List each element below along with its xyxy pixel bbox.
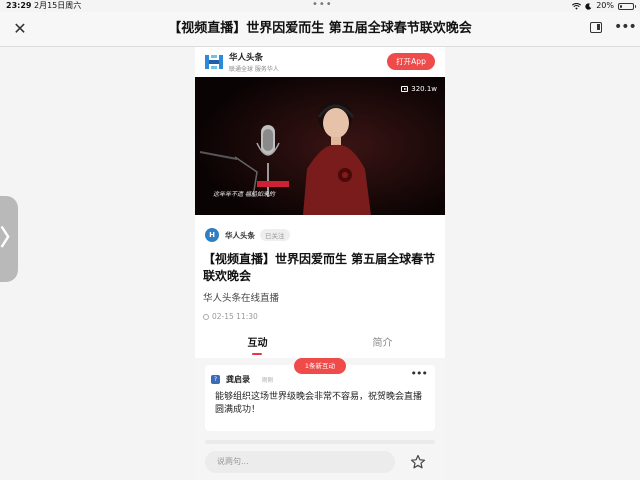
author-avatar[interactable]: H: [205, 228, 219, 242]
battery-percent: 20%: [596, 1, 614, 10]
publish-date: 02-15 11:30: [203, 312, 258, 321]
comment-text: 能够组织这场世界级晚会非常不容易，祝贺晚会直播圆满成功！: [215, 392, 423, 415]
divider: [205, 440, 435, 444]
app-logo-icon: [205, 55, 223, 69]
comment-time: 刚刚: [262, 378, 274, 384]
app-slogan: 联通全球 服务华人: [229, 66, 279, 73]
star-icon[interactable]: [410, 454, 426, 470]
tab-bar: 互动 简介: [195, 331, 445, 357]
view-count: 320.1w: [401, 85, 437, 93]
comment-card: ? 龚启录 刚刚 ••• 能够组织这场世界级晚会非常不容易，祝贺晚会直播圆满成功…: [205, 365, 435, 431]
video-player[interactable]: 320.1w 这年年不遗 福船如来的: [195, 77, 445, 215]
battery-icon: [618, 2, 636, 10]
close-icon[interactable]: ✕: [10, 19, 30, 39]
moon-icon: [585, 2, 592, 10]
new-interaction-badge[interactable]: 1条新互动: [294, 358, 346, 374]
comment-more-icon[interactable]: •••: [411, 367, 428, 380]
app-banner: 华人头条 联通全球 服务华人 打开App: [195, 47, 445, 77]
play-count-icon: [401, 86, 409, 92]
status-time: 23:29: [6, 1, 32, 10]
navigation-bar: ✕ 【视频直播】世界因爱而生 第五届全球春节联欢晚会 •••: [0, 12, 640, 47]
status-bar: 23:29 2月15日周六 ••• 20%: [0, 0, 640, 12]
side-panel-handle[interactable]: 〉: [0, 196, 22, 282]
commenter-name[interactable]: 龚启录: [226, 374, 250, 385]
commenter-avatar[interactable]: ?: [211, 375, 220, 384]
comment-input[interactable]: 说两句...: [205, 451, 395, 473]
status-indicators: 20%: [572, 0, 636, 12]
page-title: 【视频直播】世界因爱而生 第五届全球春节联欢晚会: [168, 21, 472, 36]
article-subtitle: 华人头条在线直播: [203, 293, 280, 304]
article-page: 华人头条 联通全球 服务华人 打开App 320.1w 这年年不遗 福船如来的 …: [195, 47, 445, 480]
author-row[interactable]: H 华人头条 已关注: [205, 227, 290, 243]
multitask-dots-icon[interactable]: •••: [312, 0, 333, 10]
active-tab-indicator: [252, 353, 262, 355]
wifi-icon: [572, 2, 582, 10]
clock-icon: [203, 313, 209, 320]
interaction-feed: ? 龚启录 刚刚 ••• 能够组织这场世界级晚会非常不容易，祝贺晚会直播圆满成功…: [195, 358, 445, 480]
author-name[interactable]: 华人头条: [225, 230, 255, 241]
app-name: 华人头条: [229, 53, 264, 63]
window-icon[interactable]: [590, 22, 602, 33]
more-icon[interactable]: •••: [614, 18, 637, 36]
status-date: 2月15日周六: [34, 1, 82, 10]
publish-date-value: 02-15 11:30: [212, 312, 258, 321]
article-title: 【视频直播】世界因爱而生 第五届全球春节联欢晚会: [203, 252, 436, 283]
open-app-button[interactable]: 打开App: [387, 53, 435, 70]
follow-status-badge[interactable]: 已关注: [260, 229, 290, 241]
video-subtitle: 这年年不遗 福船如来的: [213, 191, 275, 198]
tab-intro[interactable]: 简介: [320, 331, 445, 357]
view-count-value: 320.1w: [411, 85, 437, 93]
